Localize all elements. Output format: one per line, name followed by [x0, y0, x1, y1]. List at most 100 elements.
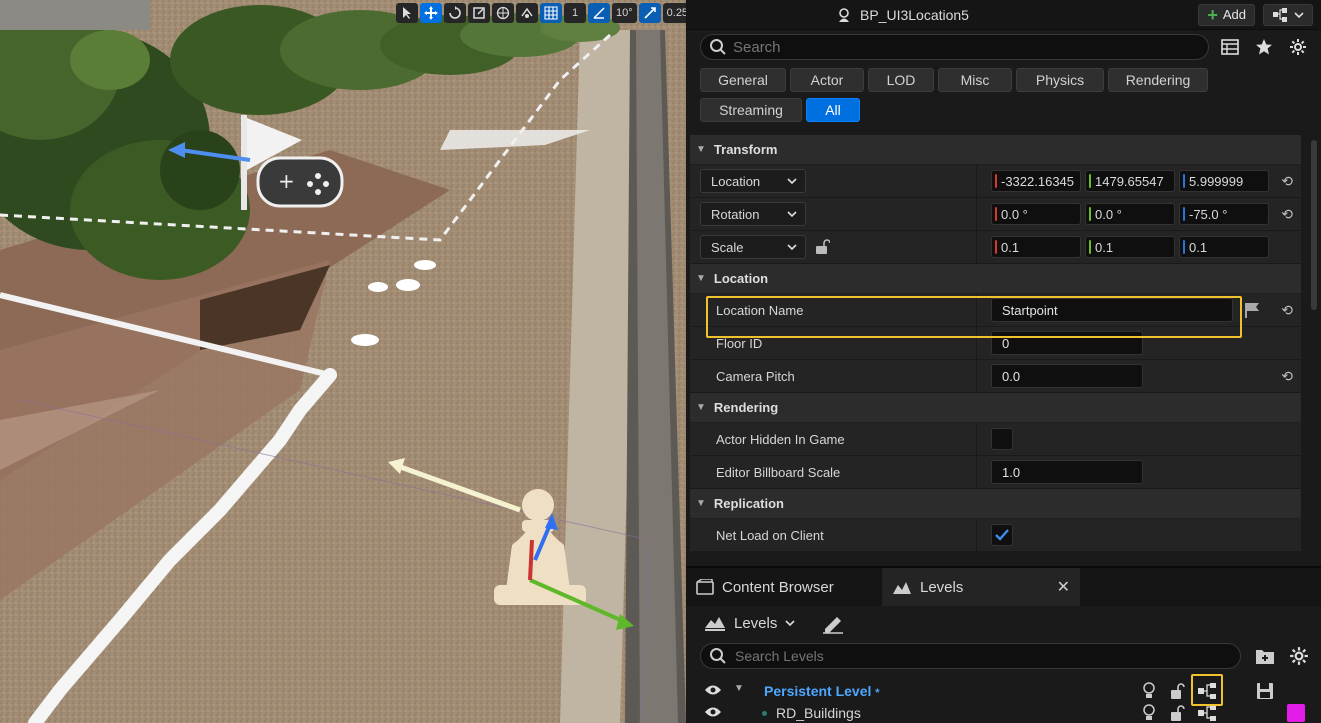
- reset-icon[interactable]: ⟲: [1281, 173, 1293, 190]
- grid-snap-button[interactable]: [540, 3, 562, 23]
- close-icon[interactable]: ✕: [1057, 577, 1070, 597]
- category-label: Rendering: [713, 400, 779, 415]
- net-load-checkbox[interactable]: [991, 524, 1013, 546]
- hierarchy-icon[interactable]: [1196, 682, 1218, 700]
- tab-label: Content Browser: [722, 578, 834, 596]
- filter-streaming[interactable]: Streaming: [700, 98, 802, 122]
- cursor-icon: [403, 7, 411, 19]
- search-icon: [710, 39, 726, 55]
- property-matrix-button[interactable]: [1217, 34, 1243, 60]
- property-list: ▼ Transform Location -3322.16345 1479.65…: [690, 135, 1301, 552]
- add-component-button[interactable]: + Add: [1198, 3, 1255, 26]
- unlock-icon[interactable]: [814, 239, 830, 255]
- property-name: Floor ID: [690, 327, 977, 359]
- scale-x-field[interactable]: 0.1: [991, 236, 1081, 258]
- scale-snap-button[interactable]: [638, 3, 661, 23]
- reset-icon[interactable]: ⟲: [1281, 206, 1293, 223]
- details-scrollbar[interactable]: [1311, 140, 1317, 310]
- translate-mode-button[interactable]: [420, 3, 442, 23]
- select-mode-button[interactable]: [396, 3, 418, 23]
- scale-mode-dropdown[interactable]: Scale: [700, 235, 806, 259]
- details-title: BP_UI3Location5: [686, 7, 1198, 23]
- rotate-mode-button[interactable]: [444, 3, 466, 23]
- category-transform[interactable]: ▼ Transform: [690, 135, 1301, 165]
- filter-misc[interactable]: Misc: [938, 68, 1012, 92]
- location-z-field[interactable]: 5.999999: [1179, 170, 1269, 192]
- location-y-field[interactable]: 1479.65547: [1085, 170, 1175, 192]
- property-name: Location Name: [690, 294, 977, 326]
- checkmark-icon: [995, 529, 1009, 541]
- blueprint-actor-icon: [839, 7, 849, 22]
- edit-pencil-icon[interactable]: [821, 612, 845, 634]
- level-row-persistent[interactable]: ▼ Persistent Level *: [686, 680, 1321, 702]
- save-icon[interactable]: [1256, 682, 1274, 700]
- scale-mode-button[interactable]: [468, 3, 490, 23]
- angle-snap-button[interactable]: [588, 3, 610, 23]
- levels-search-row: [686, 640, 1321, 672]
- levels-menu-button[interactable]: Levels: [704, 615, 795, 632]
- expand-arrow-icon[interactable]: ▼: [734, 683, 744, 694]
- eye-icon[interactable]: [704, 684, 722, 696]
- location-mode-dropdown[interactable]: Location: [700, 169, 806, 193]
- reset-icon[interactable]: ⟲: [1281, 302, 1293, 319]
- modified-marker: *: [875, 687, 880, 699]
- viewport-scene: +: [0, 0, 686, 723]
- levels-toolbar: Levels: [686, 606, 1321, 640]
- lightbulb-icon[interactable]: [1142, 682, 1156, 700]
- surface-snap-button[interactable]: [516, 3, 538, 23]
- scale-snap-value[interactable]: 0.25: [662, 3, 686, 23]
- world-space-button[interactable]: [492, 3, 514, 23]
- camera-pitch-field[interactable]: 0.0: [991, 364, 1143, 388]
- eye-icon[interactable]: [704, 706, 722, 718]
- location-name-field[interactable]: Startpoint: [991, 298, 1233, 322]
- favorites-button[interactable]: [1251, 34, 1277, 60]
- angle-snap-value[interactable]: 10°: [612, 3, 637, 23]
- filter-general[interactable]: General: [700, 68, 786, 92]
- flag-icon[interactable]: [1243, 302, 1261, 318]
- dropdown-label: Rotation: [711, 206, 760, 222]
- details-search-box[interactable]: [700, 34, 1209, 60]
- category-location[interactable]: ▼ Location: [690, 264, 1301, 294]
- scale-y-field[interactable]: 0.1: [1085, 236, 1175, 258]
- grid-snap-value[interactable]: 1: [564, 3, 586, 23]
- property-name: Camera Pitch: [690, 360, 977, 392]
- property-value: 1.0: [977, 456, 1301, 488]
- filter-lod[interactable]: LOD: [868, 68, 934, 92]
- filter-actor[interactable]: Actor: [790, 68, 864, 92]
- angle-icon: [593, 7, 605, 19]
- actor-hidden-checkbox[interactable]: [991, 428, 1013, 450]
- filter-rendering[interactable]: Rendering: [1108, 68, 1208, 92]
- details-settings-button[interactable]: [1285, 34, 1311, 60]
- hierarchy-icon[interactable]: [1196, 704, 1218, 722]
- rotation-y-field[interactable]: 0.0 °: [1085, 203, 1175, 225]
- move-arrows-icon: [424, 6, 438, 20]
- add-folder-icon[interactable]: [1255, 647, 1275, 665]
- level-row-rd-buildings[interactable]: RD_Buildings: [686, 702, 1321, 723]
- category-rendering[interactable]: ▼ Rendering: [690, 393, 1301, 423]
- floor-id-field[interactable]: 0: [991, 331, 1143, 355]
- levels-search-input[interactable]: [735, 648, 1240, 664]
- gear-icon[interactable]: [1289, 646, 1309, 666]
- unlock-icon[interactable]: [1170, 682, 1186, 700]
- scale-z-field[interactable]: 0.1: [1179, 236, 1269, 258]
- rotation-mode-dropdown[interactable]: Rotation: [700, 202, 806, 226]
- levels-search-box[interactable]: [700, 643, 1241, 669]
- scale-icon: [473, 7, 485, 19]
- lightbulb-icon[interactable]: [1142, 704, 1156, 722]
- level-viewport[interactable]: + 1 10° 0.25: [0, 0, 686, 723]
- tab-levels[interactable]: Levels ✕: [882, 568, 1080, 606]
- rotation-z-field[interactable]: -75.0 °: [1179, 203, 1269, 225]
- billboard-scale-field[interactable]: 1.0: [991, 460, 1143, 484]
- category-replication[interactable]: ▼ Replication: [690, 489, 1301, 519]
- level-color-swatch[interactable]: [1287, 704, 1305, 722]
- expand-arrow-icon: ▼: [696, 498, 706, 509]
- location-x-field[interactable]: -3322.16345: [991, 170, 1081, 192]
- rotation-x-field[interactable]: 0.0 °: [991, 203, 1081, 225]
- filter-all[interactable]: All: [806, 98, 860, 122]
- tab-content-browser[interactable]: Content Browser: [686, 568, 882, 606]
- blueprint-options-button[interactable]: [1263, 3, 1313, 26]
- unlock-icon[interactable]: [1170, 704, 1186, 722]
- filter-physics[interactable]: Physics: [1016, 68, 1104, 92]
- reset-icon[interactable]: ⟲: [1281, 368, 1293, 385]
- details-search-input[interactable]: [733, 38, 1208, 56]
